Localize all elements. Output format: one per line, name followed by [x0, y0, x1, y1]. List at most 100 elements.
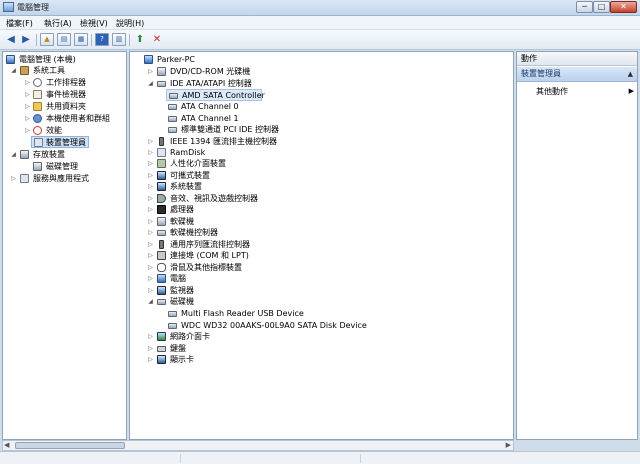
- expand-icon[interactable]: ▷: [24, 103, 31, 110]
- collapse-icon[interactable]: ◢: [10, 151, 17, 158]
- tree-item-event-viewer[interactable]: ▷ 事件檢視器: [6, 89, 124, 100]
- device-category-ports[interactable]: ▷ 連接埠 (COM 和 LPT): [144, 250, 504, 261]
- expand-icon[interactable]: ▷: [147, 218, 154, 225]
- menu-view[interactable]: 檢視(V): [80, 18, 108, 29]
- device-standard-pci-ide[interactable]: 標準雙通道 PCI IDE 控制器: [168, 124, 468, 135]
- expand-icon[interactable]: ▷: [147, 68, 154, 75]
- disk-drive-icon: [157, 299, 166, 305]
- device-label: WDC WD32 00AAKS-00L9A0 SATA Disk Device: [181, 321, 367, 330]
- expand-icon[interactable]: ▷: [147, 287, 154, 294]
- device-category-mouse[interactable]: ▷ 滑鼠及其他指標裝置: [144, 262, 504, 273]
- back-arrow-icon[interactable]: ◀: [4, 33, 18, 46]
- expand-icon[interactable]: ▷: [147, 172, 154, 179]
- expand-icon[interactable]: ▷: [147, 252, 154, 259]
- scroll-left-icon[interactable]: ◀: [4, 441, 9, 449]
- device-category-network[interactable]: ▷ 網路介面卡: [144, 331, 504, 342]
- expand-icon[interactable]: ▷: [147, 160, 154, 167]
- scroll-right-icon[interactable]: ▶: [506, 441, 511, 449]
- expand-icon[interactable]: ▷: [24, 91, 31, 98]
- device-category-disk-drives[interactable]: ◢ 磁碟機: [144, 296, 504, 307]
- tree-item-system-tools[interactable]: ◢ 系統工具: [6, 65, 124, 76]
- expand-icon[interactable]: ▷: [147, 206, 154, 213]
- device-ata-channel-1[interactable]: ATA Channel 1: [168, 113, 468, 124]
- device-category-dvd[interactable]: ▷ DVD/CD-ROM 光碟機: [144, 66, 504, 77]
- expand-icon[interactable]: ▷: [147, 333, 154, 340]
- device-category-keyboard[interactable]: ▷ 鍵盤: [144, 343, 504, 354]
- menu-file[interactable]: 檔案(F): [6, 18, 33, 29]
- expand-icon[interactable]: ▷: [147, 195, 154, 202]
- minimize-button[interactable]: ─: [576, 1, 593, 13]
- tree-item-task-scheduler[interactable]: ▷ 工作排程器: [6, 77, 124, 88]
- properties-icon[interactable]: ▦: [74, 33, 88, 46]
- device-tree-root-label: Parker-PC: [157, 55, 195, 64]
- collapse-icon[interactable]: ◢: [147, 298, 154, 305]
- device-category-floppy-controller[interactable]: ▷ 軟碟機控制器: [144, 227, 504, 238]
- device-category-ieee1394[interactable]: ▷ IEEE 1394 匯流排主機控制器: [144, 136, 504, 147]
- expand-icon[interactable]: ▷: [147, 345, 154, 352]
- tree-item-storage[interactable]: ◢ 存放裝置: [6, 149, 124, 160]
- tree-item-performance[interactable]: ▷ 效能: [6, 125, 124, 136]
- menu-help[interactable]: 說明(H): [116, 18, 144, 29]
- device-tree-root[interactable]: Parker-PC: [144, 54, 444, 65]
- close-button[interactable]: ✕: [610, 1, 637, 13]
- forward-arrow-icon[interactable]: ▶: [19, 33, 33, 46]
- tree-item-shared-folders[interactable]: ▷ 共用資料夾: [6, 101, 124, 112]
- device-category-display[interactable]: ▷ 顯示卡: [144, 354, 504, 365]
- horizontal-scrollbar[interactable]: ◀ ▶: [2, 440, 514, 451]
- expand-icon[interactable]: ▷: [147, 356, 154, 363]
- scrollbar-thumb[interactable]: [15, 442, 125, 449]
- port-icon: [157, 251, 166, 260]
- menu-action[interactable]: 執行(A): [44, 18, 72, 29]
- expand-icon[interactable]: ▷: [24, 79, 31, 86]
- expand-icon[interactable]: ▷: [147, 229, 154, 236]
- tree-root[interactable]: 電腦管理 (本機): [6, 54, 124, 65]
- expand-icon[interactable]: ▷: [24, 127, 31, 134]
- device-category-processor[interactable]: ▷ 處理器: [144, 204, 504, 215]
- show-tree-icon[interactable]: ▤: [57, 33, 71, 46]
- device-category-sound[interactable]: ▷ 音效、視訊及遊戲控制器: [144, 193, 504, 204]
- expand-icon[interactable]: ▷: [147, 264, 154, 271]
- device-label: 系統裝置: [170, 182, 202, 191]
- expand-icon[interactable]: ▷: [24, 115, 31, 122]
- device-category-portable[interactable]: ▷ 可攜式裝置: [144, 170, 504, 181]
- device-amd-sata-controller[interactable]: AMD SATA Controller: [166, 89, 265, 101]
- expand-icon[interactable]: ▷: [147, 275, 154, 282]
- expand-icon[interactable]: ▷: [147, 241, 154, 248]
- event-log-icon: [33, 90, 42, 99]
- collapse-icon[interactable]: ◢: [147, 80, 154, 87]
- device-wdc-sata-disk[interactable]: WDC WD32 00AAKS-00L9A0 SATA Disk Device: [168, 320, 468, 331]
- collapse-icon[interactable]: ◢: [10, 67, 17, 74]
- tree-item-services-apps[interactable]: ▷ 服務與應用程式: [6, 173, 124, 184]
- device-category-hid[interactable]: ▷ 人性化介面裝置: [144, 158, 504, 169]
- network-adapter-icon: [157, 332, 166, 341]
- collapse-section-icon[interactable]: ▲: [628, 67, 633, 81]
- device-category-ide[interactable]: ◢ IDE ATA/ATAPI 控制器: [144, 78, 504, 89]
- help-icon[interactable]: ?: [95, 33, 109, 46]
- device-category-computer[interactable]: ▷ 電腦: [144, 273, 504, 284]
- expand-icon[interactable]: ▷: [147, 149, 154, 156]
- tree-item-disk-management[interactable]: 磁碟管理: [6, 161, 124, 172]
- device-category-system[interactable]: ▷ 系統裝置: [144, 181, 504, 192]
- update-driver-icon[interactable]: ⬆: [133, 33, 147, 46]
- device-label: 音效、視訊及遊戲控制器: [170, 194, 258, 203]
- expand-icon[interactable]: ▷: [147, 138, 154, 145]
- maximize-button[interactable]: □: [593, 1, 610, 13]
- actions-header: 動作: [517, 52, 637, 66]
- device-label: 處理器: [170, 205, 194, 214]
- tree-item-local-users[interactable]: ▷ 本機使用者和群組: [6, 113, 124, 124]
- expand-icon[interactable]: ▷: [10, 175, 17, 182]
- device-category-floppy-drive[interactable]: ▷ 軟碟機: [144, 216, 504, 227]
- device-category-monitor[interactable]: ▷ 監視器: [144, 285, 504, 296]
- uninstall-icon[interactable]: ✕: [150, 33, 164, 46]
- device-multi-flash-reader[interactable]: Multi Flash Reader USB Device: [168, 308, 468, 319]
- show-action-pane-icon[interactable]: ▥: [112, 33, 126, 46]
- up-folder-icon[interactable]: ▲: [40, 33, 54, 46]
- device-category-ramdisk[interactable]: ▷ RamDisk: [144, 147, 504, 158]
- device-ata-channel-0[interactable]: ATA Channel 0: [168, 101, 468, 112]
- more-actions-item[interactable]: 其他動作 ▶: [536, 86, 636, 98]
- device-category-usb[interactable]: ▷ 通用序列匯流排控制器: [144, 239, 504, 250]
- tree-item-device-manager[interactable]: 裝置管理員: [31, 136, 89, 148]
- actions-section-device-manager[interactable]: 裝置管理員 ▲: [517, 67, 637, 82]
- device-label: 磁碟機: [170, 297, 194, 306]
- expand-icon[interactable]: ▷: [147, 183, 154, 190]
